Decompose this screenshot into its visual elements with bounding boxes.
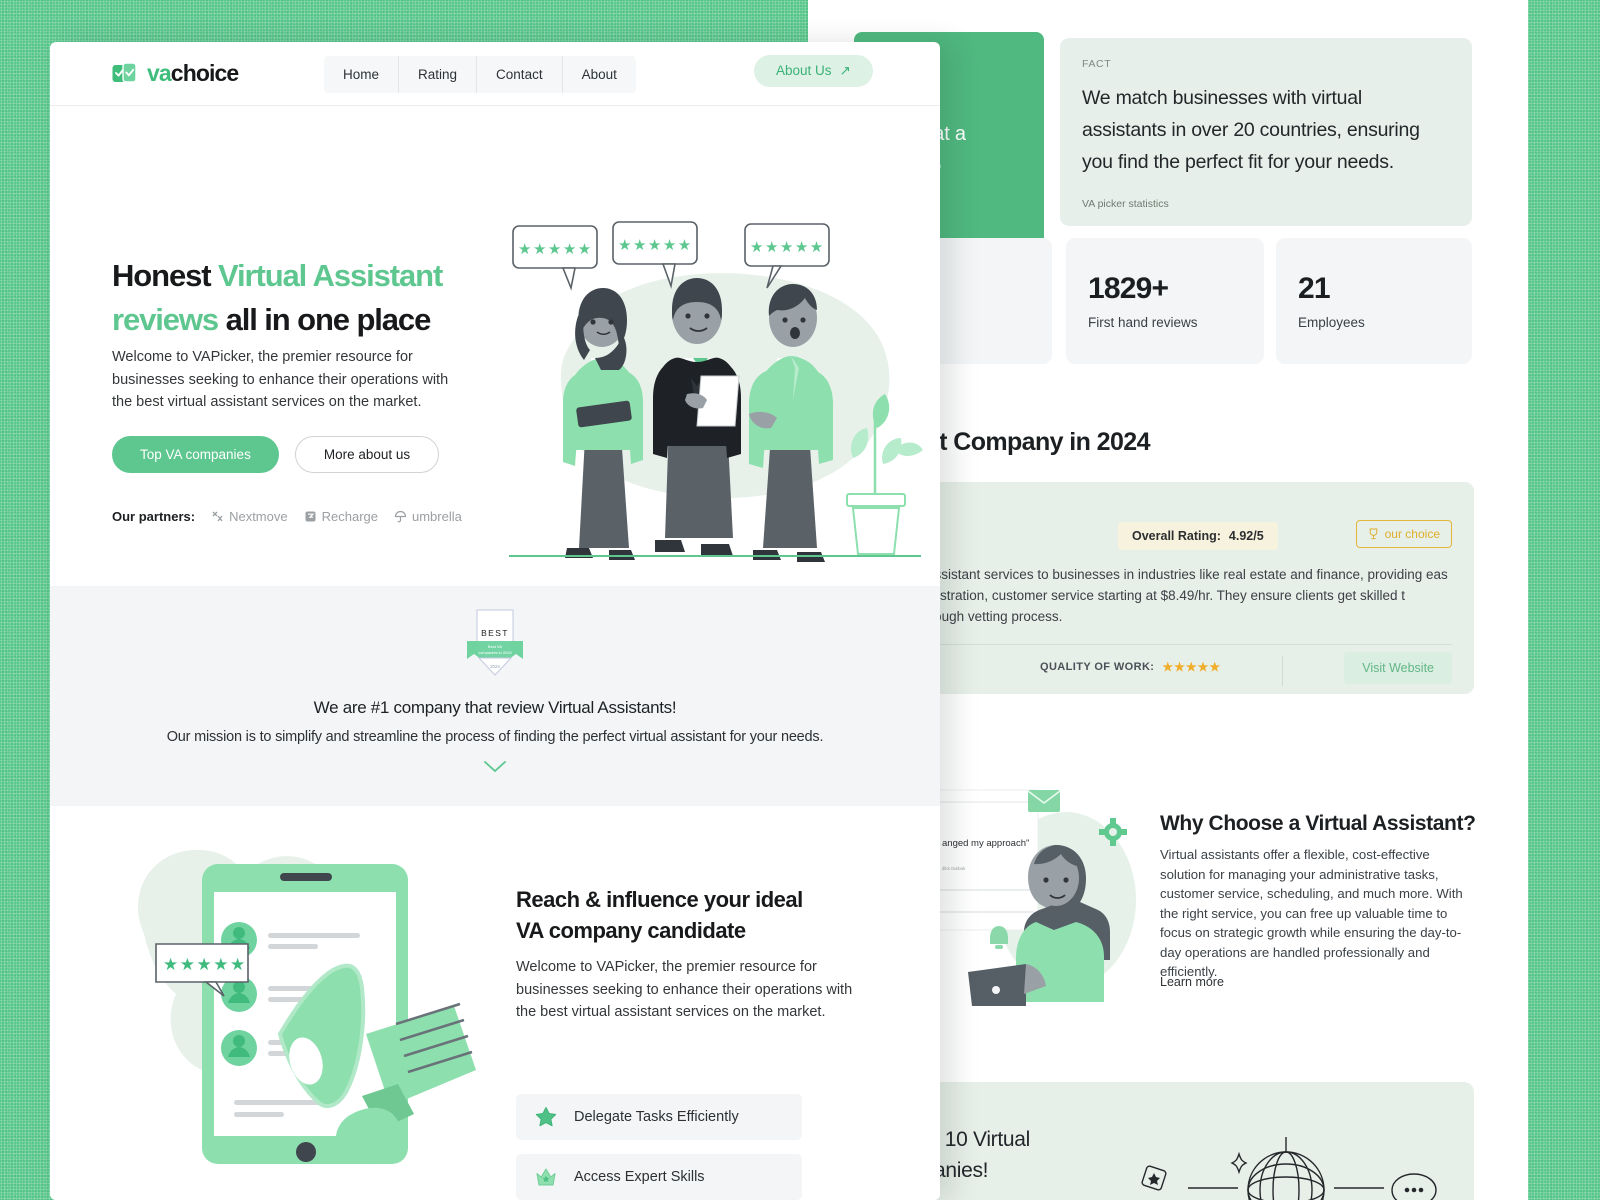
nav-item-home[interactable]: Home: [324, 56, 400, 93]
overall-rating-label: Overall Rating:: [1132, 529, 1221, 543]
reach-title: Reach & influence your ideal VA company …: [516, 884, 876, 946]
stat-value: 1829+: [1088, 272, 1169, 305]
bell-icon: [990, 926, 1008, 949]
diamond-star-icon: [1141, 1165, 1167, 1191]
company-card-footer: ON: ★★★★★ QUALITY OF WORK: ★★★★★ Visit W…: [850, 652, 1452, 686]
brand-logo[interactable]: vachoice: [112, 60, 239, 87]
review-bubble-stars: ★★★★★: [750, 239, 825, 256]
partners-label: Our partners:: [112, 509, 196, 524]
learn-more-link[interactable]: Learn more: [1160, 975, 1224, 989]
feature-label: Delegate Tasks Efficiently: [574, 1109, 739, 1125]
sparkle-icon: [1230, 1151, 1248, 1175]
badge-ribbon-line-1: Best VA: [488, 644, 502, 649]
footer-divider: [1282, 656, 1283, 686]
reach-title-line-1: Reach & influence your ideal: [516, 887, 803, 912]
brand-va: va: [147, 60, 172, 86]
trophy-icon: [1369, 528, 1377, 540]
stat-value: 21: [1298, 272, 1331, 305]
fact-label: FACT: [1082, 58, 1112, 70]
umbrella-logo-icon: [394, 510, 407, 523]
partner-nextmove: Nextmove: [211, 509, 288, 524]
badge-year: 2024: [490, 664, 500, 669]
nav-item-about[interactable]: About: [563, 56, 636, 93]
main-nav: Home Rating Contact About: [324, 56, 636, 93]
partner-recharge: Recharge: [304, 509, 378, 524]
brand-choice: choice: [170, 60, 239, 86]
hero-title-highlight-2: reviews: [112, 302, 219, 337]
stat-caption: Employees: [1298, 315, 1365, 330]
nextmove-logo-icon: [212, 511, 223, 522]
arrow-up-right-icon: ↗: [839, 63, 851, 78]
feature-delegate-tasks[interactable]: Delegate Tasks Efficiently: [516, 1094, 802, 1140]
main-page-card: vachoice Home Rating Contact About About…: [50, 42, 940, 1200]
site-header: vachoice Home Rating Contact About About…: [50, 42, 940, 106]
badge-ribbon-line-2: companies in 2024: [478, 650, 512, 655]
feature-expert-skills[interactable]: Access Expert Skills: [516, 1154, 802, 1200]
partner-name: Recharge: [321, 509, 378, 524]
nav-item-contact[interactable]: Contact: [477, 56, 563, 93]
quote-text: anged my approach": [942, 838, 1029, 849]
why-choose-title: Why Choose a Virtual Assistant?: [1160, 812, 1476, 835]
best-award-badge-icon: BEST Best VA companies in 2024 2024: [467, 609, 523, 676]
fact-card: FACT We match businesses with virtual as…: [1060, 38, 1472, 226]
stat-caption: First hand reviews: [1088, 315, 1198, 330]
quote-caption: dilot Outlook: [942, 866, 966, 871]
woman-at-laptop-illustration: anged my approach" dilot Outlook: [938, 789, 1136, 1006]
why-choose-body: Virtual assistants offer a flexible, cos…: [1160, 847, 1463, 979]
three-people-reviews-illustration: ★★★★★ ★★★★★ ★★★★★: [509, 221, 923, 562]
star-icon: [535, 1107, 557, 1127]
about-us-button[interactable]: About Us ↗: [754, 55, 873, 87]
top-va-companies-button[interactable]: Top VA companies: [112, 436, 279, 473]
partner-name: Nextmove: [229, 509, 288, 524]
stat-card: 21 Employees: [1276, 238, 1472, 364]
hero-section: Honest Virtual Assistant reviews all in …: [50, 106, 940, 586]
hero-title-part-3: all in one place: [218, 302, 432, 337]
mission-section: BEST Best VA companies in 2024 2024 We a…: [50, 586, 940, 806]
badge-top-text: BEST: [481, 628, 509, 638]
mission-subtitle: Our mission is to simplify and streamlin…: [166, 729, 824, 745]
metric-label: QUALITY OF WORK:: [1040, 661, 1155, 673]
overall-rating-value: 4.92/5: [1228, 529, 1264, 543]
reach-body: Welcome to VAPicker, the premier resourc…: [516, 959, 853, 1020]
partner-name: umbrella: [411, 509, 462, 524]
more-about-us-button[interactable]: More about us: [294, 436, 440, 473]
envelope-icon: [1027, 790, 1061, 812]
feature-label: Access Expert Skills: [574, 1169, 705, 1185]
fact-footer: VA picker statistics: [1082, 198, 1169, 210]
bubble-stars: ★★★★★: [163, 955, 247, 974]
reach-section: ★★★★★ Reach & influence your ideal VA co…: [50, 806, 940, 1200]
hero-title: Honest Virtual Assistant reviews all in …: [112, 254, 512, 342]
visit-website-button[interactable]: Visit Website: [1344, 652, 1452, 684]
metric-quality-of-work: QUALITY OF WORK: ★★★★★: [1040, 660, 1221, 674]
metric-stars: ★★★★★: [1162, 660, 1222, 674]
partners-row: Our partners: Nextmove Recharge umbrella: [112, 509, 462, 524]
hero-title-part-1: Honest: [112, 258, 218, 293]
about-us-label: About Us: [776, 63, 832, 78]
our-choice-badge: our choice: [1355, 520, 1452, 548]
party-doodles: [1141, 1137, 1437, 1200]
fact-body: We match businesses with virtual assista…: [1082, 87, 1420, 173]
stat-card: 1829+ First hand reviews: [1066, 238, 1264, 364]
reach-title-line-2: VA company candidate: [516, 918, 746, 943]
tablet-megaphone-reviews-illustration: ★★★★★: [137, 849, 476, 1164]
company-description: offers virtual assistant services to bus…: [850, 567, 1448, 624]
overall-rating-badge: Overall Rating: 4.92/5: [1118, 522, 1278, 550]
mission-title: We are #1 company that review Virtual As…: [313, 698, 677, 717]
our-choice-label: our choice: [1384, 527, 1440, 541]
chevron-down-icon[interactable]: [484, 761, 506, 773]
crown-icon: [536, 1168, 556, 1186]
hero-title-highlight-1: Virtual Assistant: [217, 258, 443, 293]
nav-item-rating[interactable]: Rating: [399, 56, 478, 93]
double-check-card-icon: [112, 61, 137, 83]
disco-ball-icon: [1247, 1137, 1325, 1200]
partner-umbrella: umbrella: [394, 509, 462, 524]
recharge-logo-icon: [305, 511, 316, 522]
hero-button-group: Top VA companies More about us: [112, 436, 440, 473]
review-bubble-stars: ★★★★★: [518, 241, 593, 258]
review-bubble-stars: ★★★★★: [618, 237, 693, 254]
chat-bubble-icon: [1391, 1173, 1437, 1200]
brand-wordmark: vachoice: [147, 60, 239, 87]
hero-subtitle: Welcome to VAPicker, the premier resourc…: [112, 349, 449, 410]
